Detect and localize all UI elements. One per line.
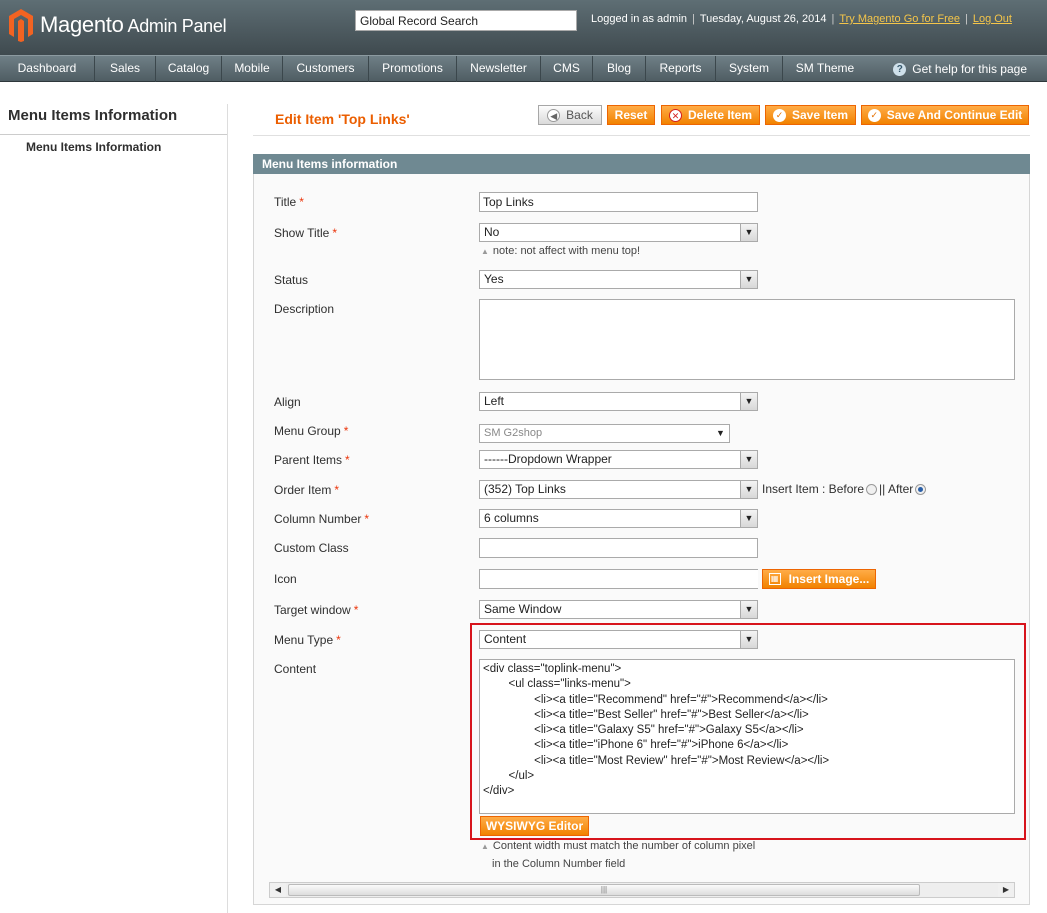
nav-sales[interactable]: Sales: [95, 56, 156, 82]
sidebar-title: Menu Items Information: [8, 107, 178, 124]
dropdown-arrow-icon: ▼: [716, 428, 725, 438]
check-icon: ✓: [772, 108, 786, 122]
help-link[interactable]: ? Get help for this page: [893, 56, 1027, 82]
logout-link[interactable]: Log Out: [973, 13, 1012, 25]
dropdown-arrow-icon: ▼: [740, 393, 757, 410]
column-number-label: Column Number *: [274, 512, 370, 526]
section-header: Menu Items information: [253, 154, 1030, 174]
menu-group-label: Menu Group *: [274, 424, 349, 438]
delete-item-button[interactable]: ✕ Delete Item: [661, 105, 760, 125]
delete-icon: ✕: [668, 108, 682, 122]
order-item-select[interactable]: (352) Top Links ▼: [479, 480, 758, 499]
nav-promotions[interactable]: Promotions: [369, 56, 457, 82]
logo-text: Magento Admin Panel: [40, 12, 227, 37]
sidebar-divider: [0, 134, 228, 135]
nav-dashboard[interactable]: Dashboard: [0, 56, 95, 82]
reset-button[interactable]: Reset: [607, 105, 655, 125]
dropdown-arrow-icon: ▼: [740, 601, 757, 618]
dropdown-arrow-icon: ▼: [740, 271, 757, 288]
menu-type-label: Menu Type *: [274, 633, 341, 647]
page-title: Edit Item 'Top Links': [275, 111, 410, 127]
save-item-button[interactable]: ✓ Save Item: [765, 105, 856, 125]
description-textarea[interactable]: [479, 299, 1015, 380]
title-divider: [253, 135, 1030, 136]
custom-class-input[interactable]: [479, 538, 758, 558]
image-icon: ▦: [768, 573, 781, 585]
triangle-icon: ▲: [481, 842, 489, 851]
try-magento-go-link[interactable]: Try Magento Go for Free: [839, 13, 960, 25]
magento-logo-icon: [9, 9, 33, 42]
back-arrow-icon: ◀: [547, 108, 561, 122]
insert-image-button[interactable]: ▦ Insert Image...: [762, 569, 876, 589]
custom-class-label: Custom Class: [274, 541, 349, 555]
align-label: Align: [274, 395, 301, 409]
scroll-left-icon[interactable]: ◀: [270, 883, 286, 897]
insert-position-group: Insert Item : Before || After: [762, 482, 928, 496]
sidebar-tab-menu-items-information[interactable]: Menu Items Information: [26, 140, 161, 154]
global-search-input[interactable]: [355, 10, 577, 31]
insert-before-radio[interactable]: [866, 483, 878, 495]
check-icon: ✓: [867, 108, 881, 122]
title-label: Title *: [274, 195, 304, 209]
status-label: Status: [274, 273, 309, 287]
main-nav: Dashboard Sales Catalog Mobile Customers…: [0, 55, 1047, 82]
status-select[interactable]: Yes ▼: [479, 270, 758, 289]
dropdown-arrow-icon: ▼: [740, 451, 757, 468]
admin-header: MagentoAdmin Panel Logged in as admin|Tu…: [0, 0, 1047, 55]
nav-customers[interactable]: Customers: [283, 56, 369, 82]
show-title-label: Show Title *: [274, 226, 338, 240]
content-note: ▲ Content width must match the number of …: [481, 840, 756, 852]
insert-after-radio[interactable]: [915, 483, 927, 495]
nav-cms[interactable]: CMS: [541, 56, 593, 82]
nav-catalog[interactable]: Catalog: [156, 56, 222, 82]
target-window-label: Target window *: [274, 603, 359, 617]
save-and-continue-button[interactable]: ✓ Save And Continue Edit: [861, 105, 1029, 125]
insert-after-label: || After: [879, 482, 914, 496]
icon-label: Icon: [274, 572, 297, 586]
description-label: Description: [274, 302, 335, 316]
help-link-label: Get help for this page: [912, 62, 1027, 76]
back-button[interactable]: ◀ Back: [538, 105, 602, 125]
horizontal-scrollbar[interactable]: ◀ ||| ▶: [269, 882, 1015, 898]
content-textarea[interactable]: <div class="toplink-menu"> <ul class="li…: [479, 659, 1015, 814]
scrollbar-thumb[interactable]: |||: [288, 884, 920, 896]
header-links: Logged in as admin | Tuesday, August 26, 2…: [591, 13, 1012, 25]
triangle-icon: ▲: [481, 247, 489, 256]
parent-items-label: Parent Items *: [274, 453, 350, 467]
help-icon: ?: [893, 62, 907, 76]
header-date: Tuesday, August 26, 2014: [699, 13, 827, 25]
dropdown-arrow-icon: ▼: [740, 224, 757, 241]
magento-logo[interactable]: Magento Admin Panel: [8, 8, 227, 42]
logged-in-text: Logged in as admin: [591, 13, 688, 25]
nav-newsletter[interactable]: Newsletter: [457, 56, 541, 82]
parent-items-select[interactable]: ------Dropdown Wrapper ▼: [479, 450, 758, 469]
sidebar-border: [227, 104, 228, 913]
align-select[interactable]: Left ▼: [479, 392, 758, 411]
order-item-label: Order Item *: [274, 483, 340, 497]
wysiwyg-editor-button[interactable]: WYSIWYG Editor: [480, 816, 589, 836]
show-title-note: ▲ note: not affect with menu top!: [481, 245, 641, 257]
nav-mobile[interactable]: Mobile: [222, 56, 283, 82]
target-window-select[interactable]: Same Window ▼: [479, 600, 758, 619]
nav-blog[interactable]: Blog: [593, 56, 646, 82]
icon-input[interactable]: [479, 569, 758, 589]
menu-group-select: SM G2shop ▼: [479, 424, 730, 443]
menu-type-select[interactable]: Content ▼: [479, 630, 758, 649]
show-title-select[interactable]: No ▼: [479, 223, 758, 242]
dropdown-arrow-icon: ▼: [740, 631, 757, 648]
insert-before-label: Insert Item : Before: [762, 482, 865, 496]
content-label: Content: [274, 662, 317, 676]
dropdown-arrow-icon: ▼: [740, 481, 757, 498]
nav-sm-theme[interactable]: SM Theme: [783, 56, 867, 82]
dropdown-arrow-icon: ▼: [740, 510, 757, 527]
title-input[interactable]: Top Links: [479, 192, 758, 212]
scroll-right-icon[interactable]: ▶: [998, 883, 1014, 897]
nav-system[interactable]: System: [716, 56, 783, 82]
content-note-line2: in the Column Number field: [492, 858, 626, 870]
nav-reports[interactable]: Reports: [646, 56, 716, 82]
column-number-select[interactable]: 6 columns ▼: [479, 509, 758, 528]
